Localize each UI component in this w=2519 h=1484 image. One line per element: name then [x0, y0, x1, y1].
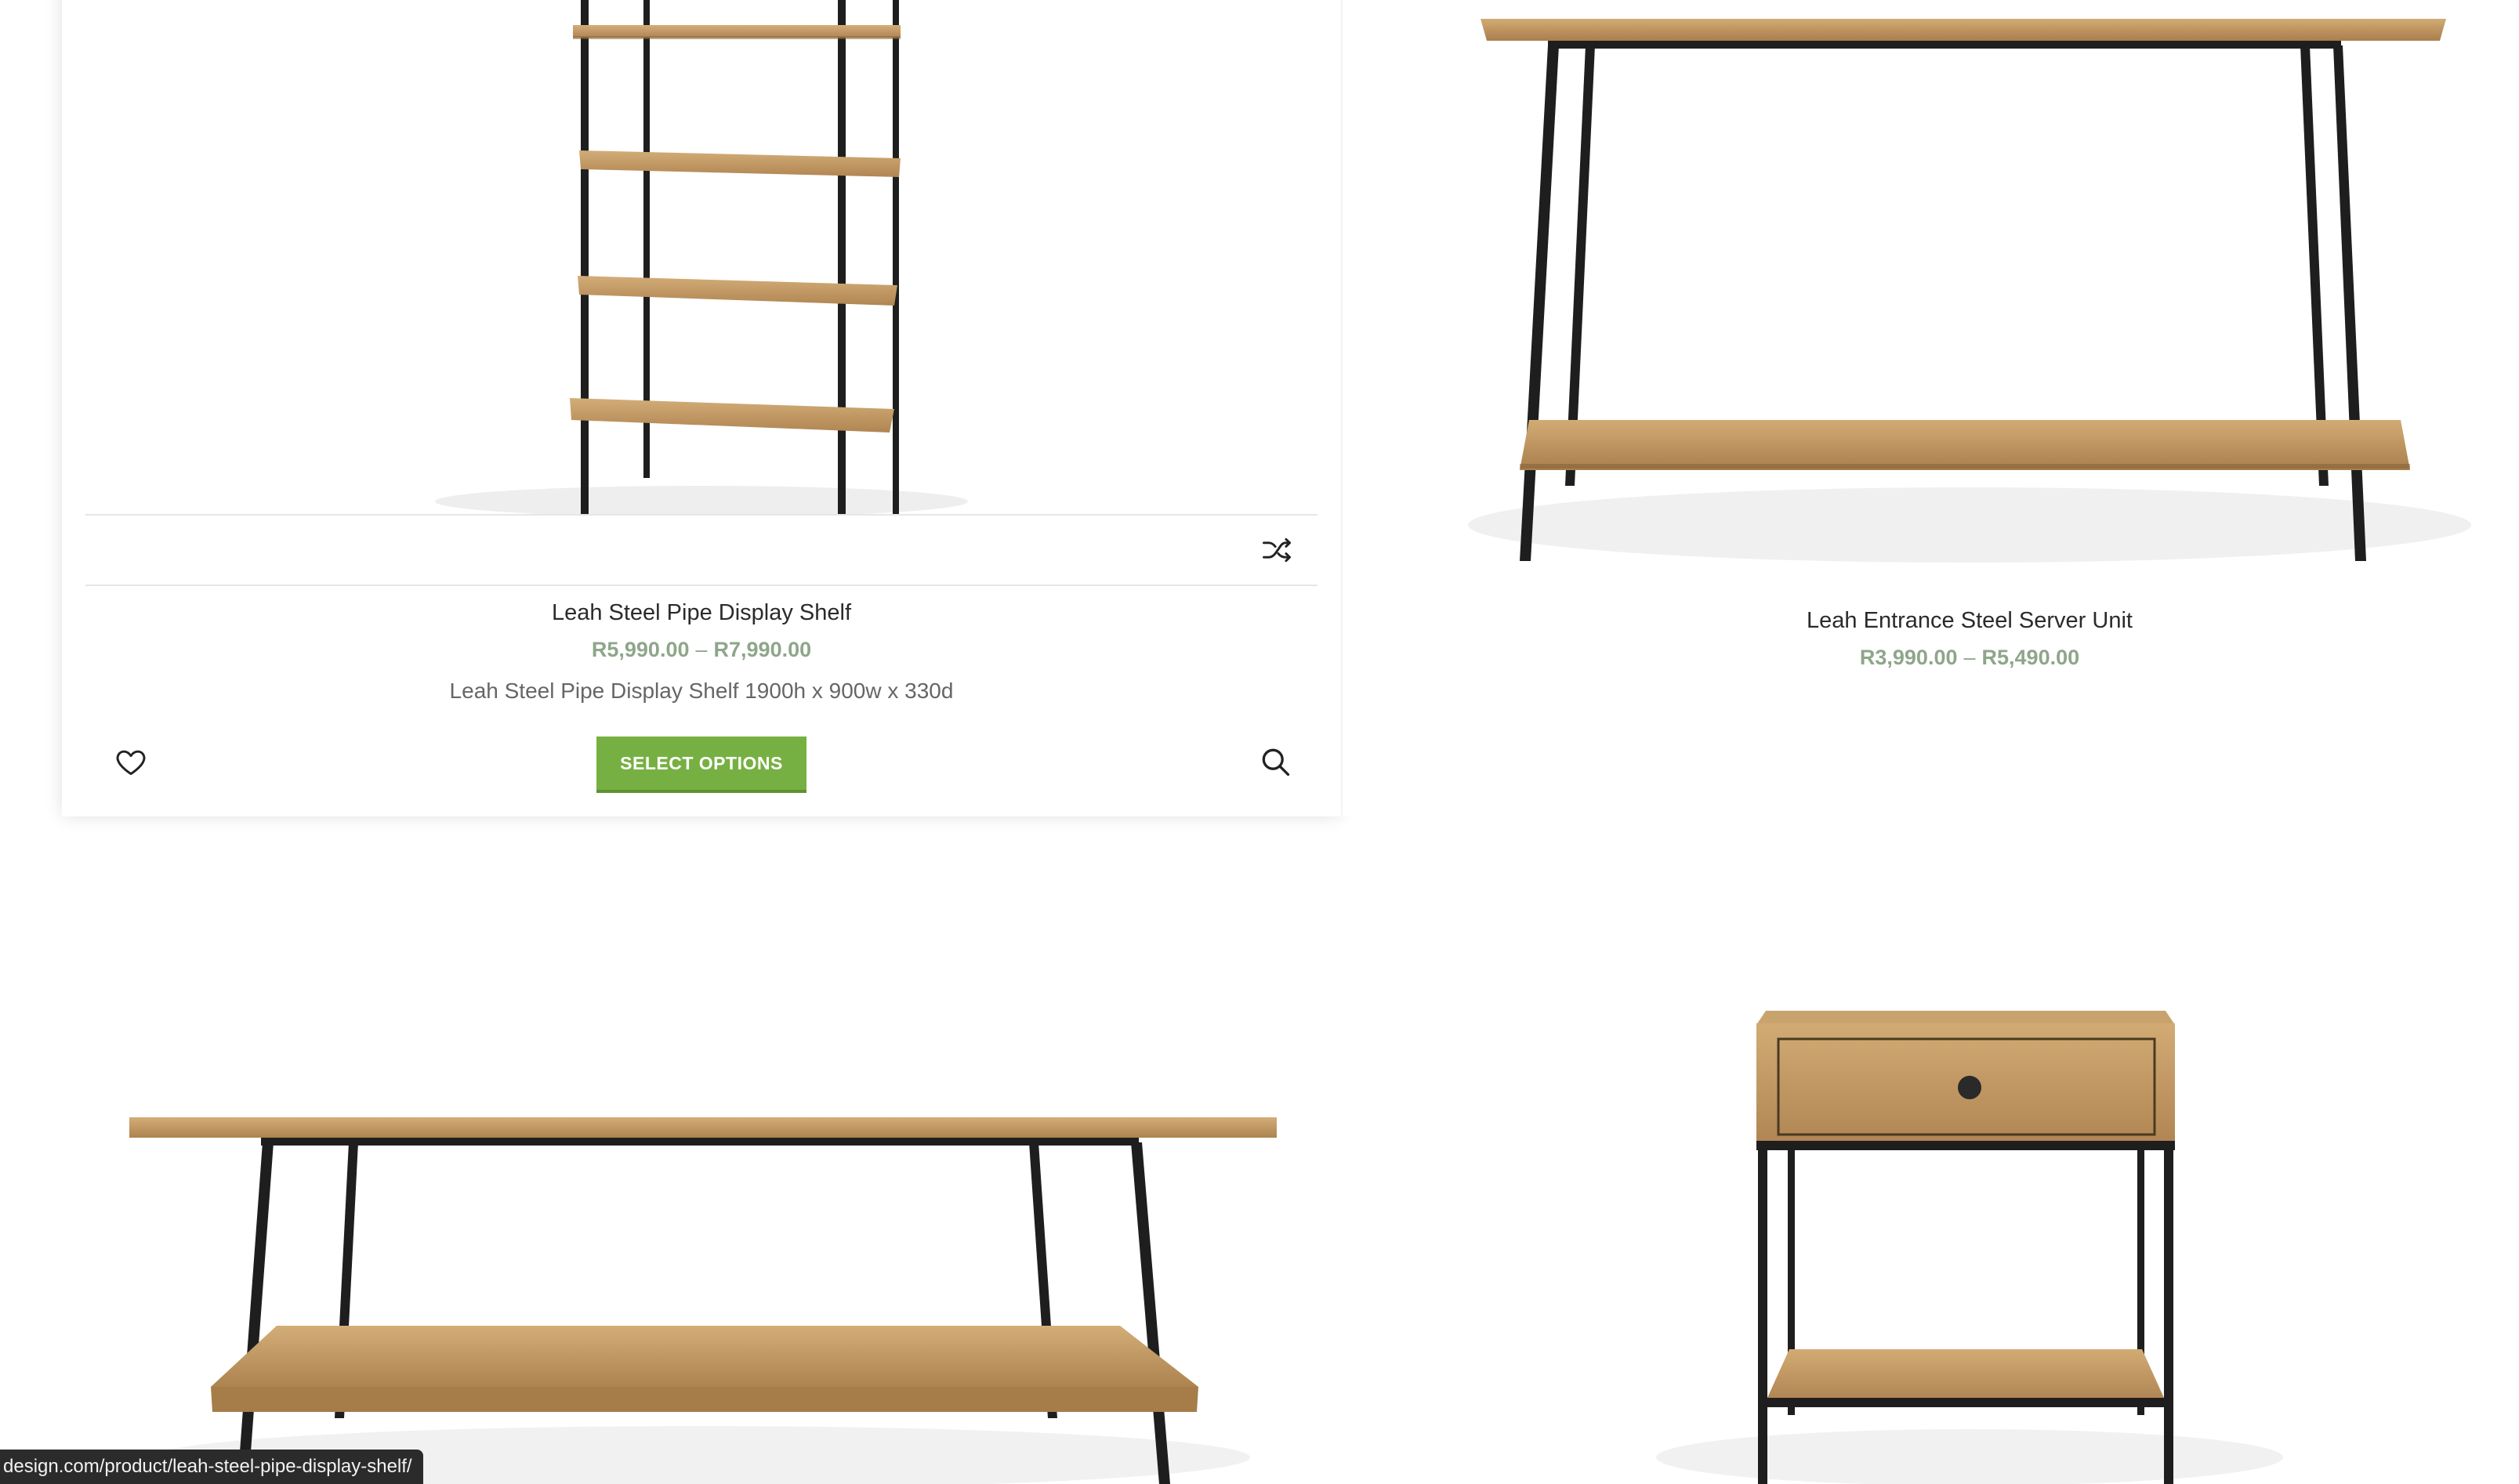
product-card-display-shelf[interactable]: Leah Steel Pipe Display Shelf R5,990.00–… — [62, 0, 1341, 816]
product-title[interactable]: Leah Steel Pipe Display Shelf — [62, 600, 1341, 626]
product-image-display-shelf[interactable] — [85, 0, 1317, 514]
heart-icon — [116, 750, 146, 776]
product-card-coffee-table[interactable] — [62, 917, 1341, 1484]
drawer-knob — [1958, 1076, 1981, 1099]
product-grid-page: Leah Steel Pipe Display Shelf R5,990.00–… — [0, 0, 2519, 1484]
quick-view-button[interactable] — [1250, 737, 1300, 787]
select-options-button[interactable]: SELECT OPTIONS — [596, 737, 806, 793]
compare-button[interactable] — [1252, 525, 1302, 575]
product-image-bedside-table[interactable] — [1343, 917, 2519, 1484]
product-card-bedside-table[interactable] — [1343, 917, 2519, 1484]
price-max: R7,990.00 — [713, 638, 812, 661]
price-separator: – — [695, 638, 708, 661]
product-image-server-unit[interactable] — [1343, 0, 2519, 599]
product-card-server-unit[interactable]: Leah Entrance Steel Server Unit R3,990.0… — [1343, 0, 2519, 816]
product-action-bar — [85, 514, 1317, 586]
wishlist-button[interactable] — [106, 737, 156, 787]
shuffle-icon — [1263, 537, 1291, 563]
product-description: Leah Steel Pipe Display Shelf 1900h x 90… — [449, 679, 954, 703]
product-price: R5,990.00– R7,990.00 — [62, 638, 1341, 662]
status-bar-url: design.com/product/leah-steel-pipe-displ… — [0, 1450, 423, 1484]
search-icon — [1262, 748, 1290, 776]
price-max: R5,490.00 — [1981, 646, 2080, 669]
product-image-coffee-table[interactable] — [85, 917, 1317, 1484]
price-min: R3,990.00 — [1859, 646, 1958, 669]
price-min: R5,990.00 — [591, 638, 690, 661]
product-title[interactable]: Leah Entrance Steel Server Unit — [1343, 608, 2519, 634]
product-price: R3,990.00– R5,490.00 — [1343, 646, 2519, 670]
price-separator: – — [1963, 646, 1976, 669]
